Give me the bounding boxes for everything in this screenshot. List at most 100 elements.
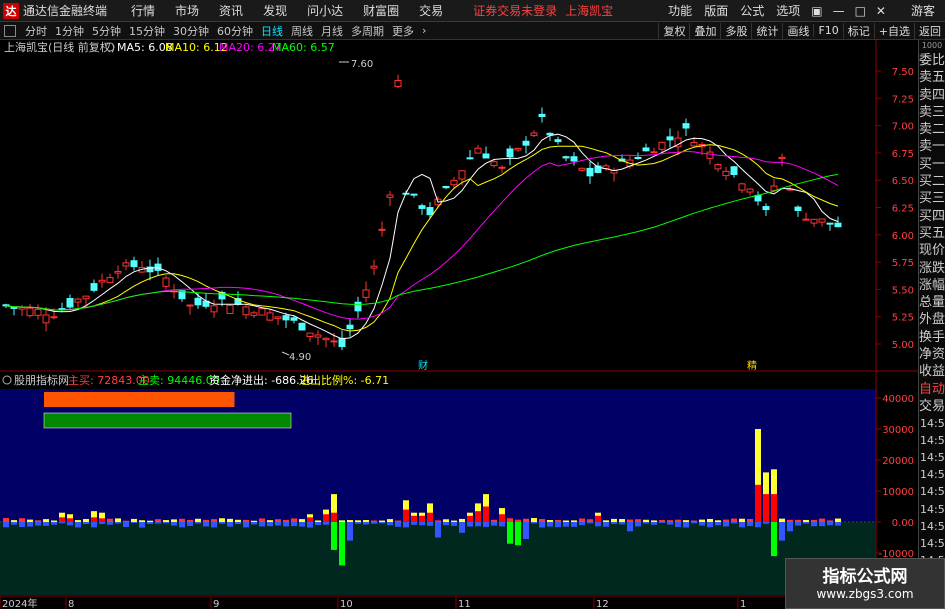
candle-body[interactable] bbox=[818, 218, 826, 223]
candle-body[interactable] bbox=[410, 193, 418, 196]
sidebar-trade[interactable]: 交易 bbox=[919, 398, 945, 415]
candle-body[interactable] bbox=[658, 141, 666, 150]
candle-body[interactable] bbox=[298, 322, 306, 331]
candle-body[interactable] bbox=[66, 298, 74, 308]
candle-body[interactable] bbox=[394, 80, 402, 88]
candle-body[interactable] bbox=[26, 307, 34, 317]
candle-body[interactable] bbox=[682, 123, 690, 129]
candle-body[interactable] bbox=[554, 139, 562, 143]
candle-body[interactable] bbox=[730, 166, 738, 175]
candle-body[interactable] bbox=[258, 308, 266, 316]
indicator-bar bbox=[507, 518, 513, 522]
candle-body[interactable] bbox=[826, 222, 834, 225]
candle-body[interactable] bbox=[634, 156, 642, 159]
indicator-bar bbox=[267, 520, 273, 522]
candle-body[interactable] bbox=[498, 166, 506, 169]
candle-body[interactable] bbox=[330, 340, 338, 343]
candle-body[interactable] bbox=[754, 194, 762, 202]
candle-body[interactable] bbox=[738, 183, 746, 191]
candle-body[interactable] bbox=[42, 314, 50, 324]
candle-body[interactable] bbox=[322, 337, 330, 341]
indicator-neg-bar bbox=[627, 522, 633, 532]
candle-body[interactable] bbox=[642, 147, 650, 152]
candle-body[interactable] bbox=[482, 153, 490, 159]
candle-body[interactable] bbox=[250, 312, 258, 316]
candle-body[interactable] bbox=[458, 170, 466, 180]
indicator-bar bbox=[835, 518, 841, 522]
candle-body[interactable] bbox=[282, 315, 290, 321]
candle-body[interactable] bbox=[386, 194, 394, 198]
candle-body[interactable] bbox=[194, 297, 202, 306]
candle-body[interactable] bbox=[722, 170, 730, 177]
marker-essence[interactable]: 精 bbox=[747, 359, 757, 372]
candle-body[interactable] bbox=[746, 188, 754, 193]
candle-body[interactable] bbox=[442, 185, 450, 189]
candle-body[interactable] bbox=[706, 151, 714, 159]
candle-body[interactable] bbox=[210, 305, 218, 313]
candle-body[interactable] bbox=[338, 337, 346, 348]
candle-body[interactable] bbox=[274, 316, 282, 319]
candle-body[interactable] bbox=[426, 207, 434, 216]
candle-body[interactable] bbox=[778, 156, 786, 160]
candle-body[interactable] bbox=[290, 317, 298, 321]
indicator-bar bbox=[731, 518, 737, 522]
candle-body[interactable] bbox=[362, 289, 370, 298]
candle-body[interactable] bbox=[242, 306, 250, 316]
candlestick-series[interactable] bbox=[2, 74, 842, 351]
marker-finance[interactable]: 财 bbox=[418, 359, 428, 372]
candle-body[interactable] bbox=[314, 334, 322, 338]
sidebar-item: 买五 bbox=[919, 225, 945, 241]
candle-body[interactable] bbox=[90, 283, 98, 291]
candle-body[interactable] bbox=[266, 312, 274, 321]
candle-body[interactable] bbox=[514, 147, 522, 151]
candle-body[interactable] bbox=[770, 185, 778, 191]
candle-body[interactable] bbox=[378, 228, 386, 231]
candle-body[interactable] bbox=[538, 113, 546, 117]
candle-body[interactable] bbox=[18, 307, 26, 310]
candle-body[interactable] bbox=[474, 147, 482, 154]
candle-body[interactable] bbox=[98, 279, 106, 283]
candle-body[interactable] bbox=[690, 142, 698, 147]
sidebar-item: 涨幅 bbox=[919, 277, 945, 293]
candle-body[interactable] bbox=[546, 132, 554, 136]
candle-body[interactable] bbox=[522, 140, 530, 146]
candle-body[interactable] bbox=[354, 301, 362, 312]
candle-body[interactable] bbox=[418, 205, 426, 209]
candle-body[interactable] bbox=[226, 304, 234, 314]
candle-body[interactable] bbox=[530, 132, 538, 137]
candle-body[interactable] bbox=[834, 222, 842, 228]
candle-body[interactable] bbox=[82, 295, 90, 300]
candle-body[interactable] bbox=[346, 324, 354, 330]
candle-body[interactable] bbox=[34, 308, 42, 316]
candle-body[interactable] bbox=[106, 277, 114, 283]
candle-body[interactable] bbox=[50, 316, 58, 319]
candle-body[interactable] bbox=[10, 306, 18, 309]
candle-body[interactable] bbox=[122, 262, 130, 267]
candle-body[interactable] bbox=[578, 167, 586, 171]
candle-body[interactable] bbox=[650, 151, 658, 154]
candle-body[interactable] bbox=[586, 167, 594, 177]
candle-body[interactable] bbox=[186, 304, 194, 307]
candle-body[interactable] bbox=[306, 332, 314, 338]
candle-body[interactable] bbox=[490, 161, 498, 167]
candle-body[interactable] bbox=[370, 265, 378, 269]
candle-body[interactable] bbox=[154, 263, 162, 271]
candle-body[interactable] bbox=[466, 157, 474, 160]
sidebar-auto[interactable]: 自动 bbox=[919, 381, 945, 398]
candle-body[interactable] bbox=[506, 148, 514, 158]
candle-body[interactable] bbox=[570, 156, 578, 162]
candle-body[interactable] bbox=[114, 271, 122, 274]
candle-body[interactable] bbox=[562, 156, 570, 159]
candle-body[interactable] bbox=[162, 277, 170, 287]
chart-canvas[interactable]: 上海凯宝(日线 前复权) MA5: 6.08 MA10: 6.12 MA20: … bbox=[0, 0, 945, 609]
candle-body[interactable] bbox=[74, 298, 82, 303]
candle-body[interactable] bbox=[762, 206, 770, 211]
indicator-bar bbox=[275, 519, 281, 522]
candle-body[interactable] bbox=[666, 136, 674, 141]
candle-body[interactable] bbox=[714, 163, 722, 170]
candle-body[interactable] bbox=[794, 206, 802, 212]
candle-body[interactable] bbox=[802, 218, 810, 221]
candle-body[interactable] bbox=[450, 179, 458, 186]
candle-body[interactable] bbox=[130, 260, 138, 268]
candle-body[interactable] bbox=[810, 218, 818, 224]
